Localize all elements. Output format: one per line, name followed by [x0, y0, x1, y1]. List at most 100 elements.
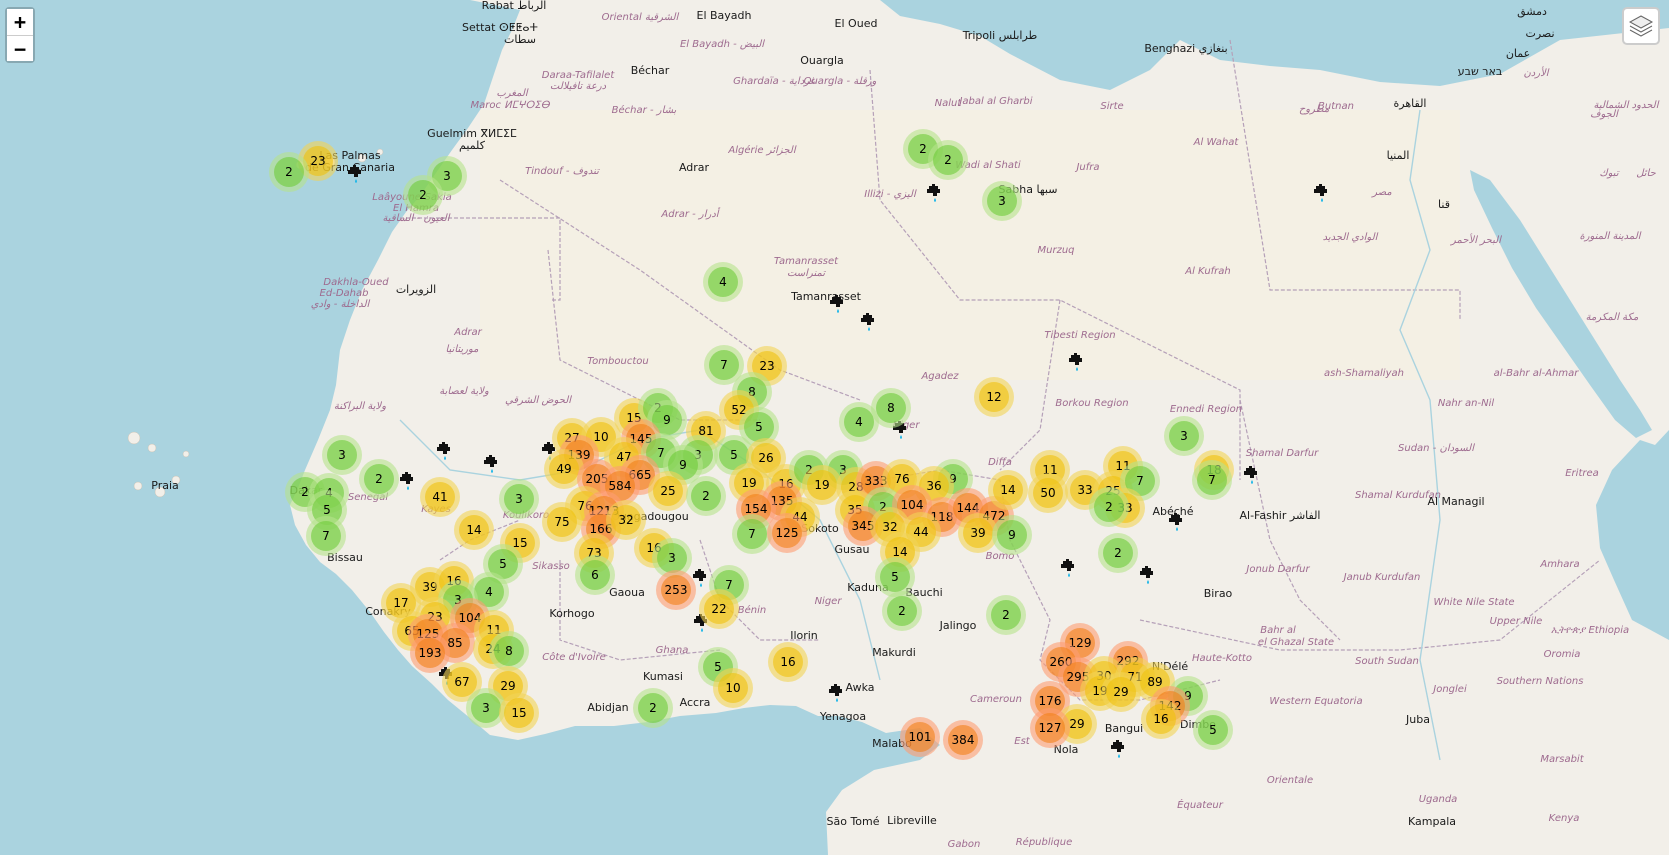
water-tap-icon[interactable]	[399, 471, 417, 491]
marker-cluster[interactable]: 3	[322, 435, 362, 475]
water-tap-icon[interactable]	[829, 294, 847, 314]
cluster-count: 10	[718, 673, 748, 703]
water-tap-icon[interactable]	[1068, 352, 1086, 372]
zoom-out-button[interactable]: −	[7, 35, 33, 61]
marker-cluster[interactable]: 2	[403, 175, 443, 215]
map-label: Eritrea	[1565, 468, 1599, 479]
map-label: المنيا	[1386, 149, 1410, 162]
cluster-count: 384	[948, 725, 978, 755]
marker-cluster[interactable]: 2	[686, 476, 726, 516]
map-label: Sudan - السودان	[1398, 443, 1474, 454]
marker-cluster[interactable]: 7	[306, 516, 346, 556]
water-tap-icon[interactable]	[436, 441, 454, 461]
marker-cluster[interactable]: 2	[359, 459, 399, 499]
water-tap-icon[interactable]	[926, 183, 944, 203]
map-label: Tripoli طرابلس	[962, 29, 1038, 42]
map-label: Yenagoa	[819, 710, 867, 723]
marker-cluster[interactable]: 7	[732, 514, 772, 554]
marker-cluster[interactable]: 101	[900, 717, 940, 757]
marker-cluster[interactable]: 25	[648, 471, 688, 511]
marker-cluster[interactable]: 2	[633, 688, 673, 728]
zoom-in-button[interactable]: +	[7, 9, 33, 35]
cluster-count: 32	[611, 505, 641, 535]
water-tap-icon[interactable]	[1168, 512, 1186, 532]
map-label: ኢትዮጵያ Ethiopia	[1550, 625, 1630, 636]
water-tap-icon[interactable]	[1060, 558, 1078, 578]
marker-cluster[interactable]: 8	[489, 631, 529, 671]
map-label: دمشق	[1517, 5, 1547, 18]
water-tap-icon[interactable]	[1313, 183, 1331, 203]
marker-cluster[interactable]: 2	[1089, 487, 1129, 527]
marker-cluster[interactable]: 14	[454, 510, 494, 550]
marker-cluster[interactable]: 4	[839, 402, 879, 442]
marker-cluster[interactable]: 3	[499, 479, 539, 519]
marker-cluster[interactable]: 3	[1164, 416, 1204, 456]
marker-cluster[interactable]: 3	[982, 181, 1022, 221]
map-label: ولاية البراكنة	[333, 401, 387, 412]
marker-cluster[interactable]: 2	[986, 595, 1026, 635]
marker-cluster[interactable]: 16	[1141, 699, 1181, 739]
cluster-count: 3	[1169, 421, 1199, 451]
map-viewport[interactable]: Rabat الرباط Settat ⵙⵟⵟⴰⵜ سطات Oriental الش…	[0, 0, 1669, 855]
marker-cluster[interactable]: 10	[713, 668, 753, 708]
cluster-count: 2	[364, 464, 394, 494]
water-tap-icon[interactable]	[1110, 739, 1128, 759]
marker-cluster[interactable]: 6	[575, 555, 615, 595]
water-tap-icon[interactable]	[347, 164, 365, 184]
marker-cluster[interactable]: 2	[269, 152, 309, 192]
map-label: Birao	[1203, 587, 1233, 600]
map-label: Janub Kurdufan	[1343, 572, 1421, 583]
map-label: الزويرات	[395, 283, 437, 296]
marker-cluster[interactable]: 41	[420, 477, 460, 517]
cluster-count: 14	[459, 515, 489, 545]
map-label: الحدود الشمالية	[1593, 100, 1659, 111]
map-label: مكة المكرمة	[1585, 312, 1639, 323]
map-label: Gabon	[947, 839, 981, 850]
marker-cluster[interactable]: 193	[410, 633, 450, 673]
marker-cluster[interactable]: 384	[943, 720, 983, 760]
map-label: El Oued	[834, 17, 878, 30]
map-label: نصرت	[1525, 27, 1555, 40]
marker-cluster[interactable]: 2	[928, 140, 968, 180]
map-label: مطروح	[1298, 104, 1330, 115]
map-label: Adrar - أدرار	[661, 209, 719, 220]
map-label: ولاية لعصابة	[439, 386, 489, 397]
marker-cluster[interactable]: 2	[882, 591, 922, 631]
map-label: Benghazi بنغازي	[1144, 42, 1228, 55]
layers-control[interactable]	[1622, 7, 1660, 45]
water-tap-icon[interactable]	[828, 683, 846, 703]
cluster-count: 2	[408, 180, 438, 210]
marker-cluster[interactable]: 7	[1192, 460, 1232, 500]
marker-cluster[interactable]: 14	[988, 470, 1028, 510]
marker-cluster[interactable]: 29	[1101, 672, 1141, 712]
marker-cluster[interactable]: 5	[1193, 710, 1233, 750]
map-label: Niger	[814, 596, 842, 607]
marker-cluster[interactable]: 2	[1098, 533, 1138, 573]
cluster-count: 25	[653, 476, 683, 506]
marker-cluster[interactable]: 127	[1030, 708, 1070, 748]
marker-cluster[interactable]: 50	[1028, 473, 1068, 513]
marker-cluster[interactable]: 9	[992, 515, 1032, 555]
map-label: الوادي الجديد	[1322, 232, 1378, 243]
marker-cluster[interactable]: 75	[542, 502, 582, 542]
map-label: Diffa	[988, 457, 1012, 468]
water-tap-icon[interactable]	[483, 454, 501, 474]
marker-cluster[interactable]: 15	[499, 693, 539, 733]
marker-cluster[interactable]: 12	[974, 377, 1014, 417]
cluster-count: 50	[1033, 478, 1063, 508]
map-label: Adrar	[678, 161, 710, 174]
map-label: Kenya	[1548, 813, 1580, 824]
water-tap-icon[interactable]	[1243, 465, 1261, 485]
map-label: المدينة المنورة	[1579, 231, 1641, 242]
marker-cluster[interactable]: 4	[703, 262, 743, 302]
cluster-count: 16	[1146, 704, 1176, 734]
marker-cluster[interactable]: 22	[699, 589, 739, 629]
map-label: Nahr an-Nil	[1437, 398, 1495, 409]
water-tap-icon[interactable]	[1139, 565, 1157, 585]
marker-cluster[interactable]: 125	[767, 513, 807, 553]
marker-cluster[interactable]: 253	[656, 570, 696, 610]
water-tap-icon[interactable]	[860, 312, 878, 332]
map-label: באר שבע	[1457, 65, 1503, 78]
cluster-count: 7	[737, 519, 767, 549]
marker-cluster[interactable]: 16	[768, 642, 808, 682]
